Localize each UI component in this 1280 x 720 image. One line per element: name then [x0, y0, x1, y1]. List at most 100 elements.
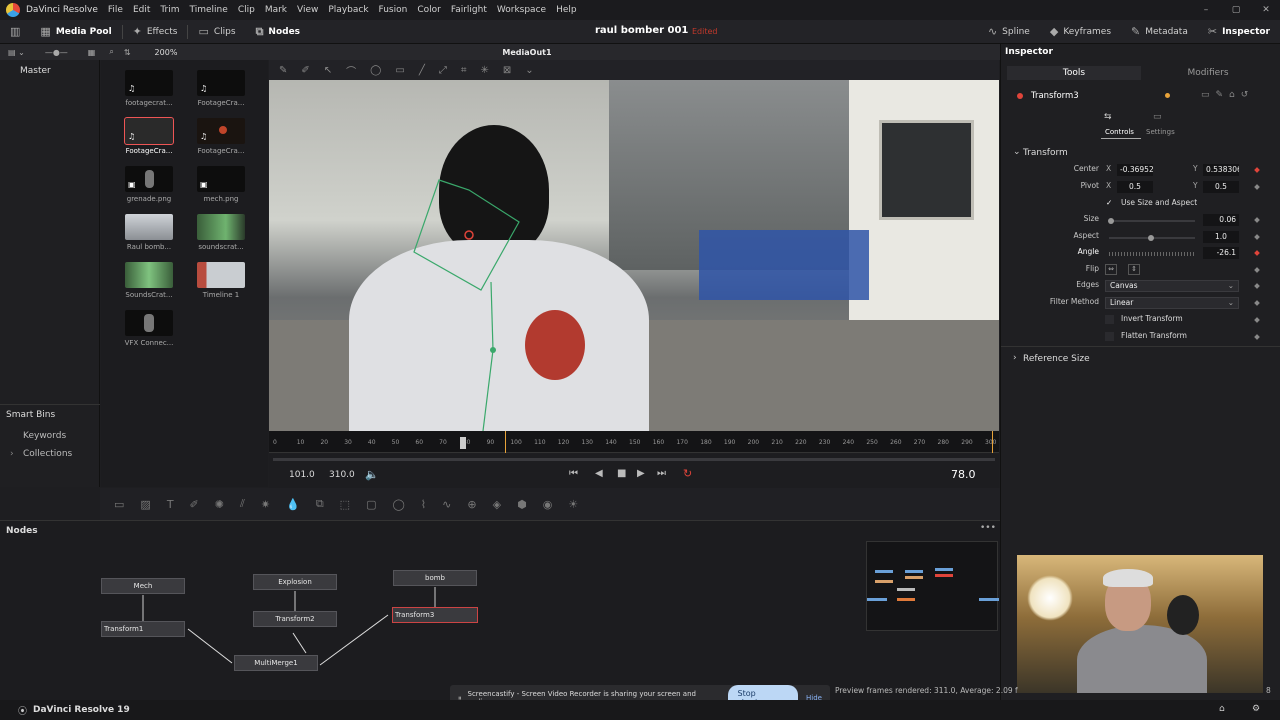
media-clip[interactable]: soundscrat... [191, 214, 251, 251]
spline-button[interactable]: ∿ Spline [978, 20, 1040, 44]
range-bar[interactable] [273, 458, 995, 461]
subtab-controls[interactable]: Controls [1105, 128, 1134, 136]
menu-view[interactable]: View [297, 5, 318, 15]
paint-tool-icon[interactable]: ✐ [301, 65, 309, 76]
viewer-canvas[interactable] [269, 80, 999, 431]
section-transform[interactable]: Transform [1023, 148, 1068, 158]
menu-help[interactable]: Help [556, 5, 577, 15]
loop-icon[interactable]: ↻ [683, 467, 692, 480]
close-icon[interactable]: ✕ [1258, 5, 1274, 15]
mask-ellipse-icon[interactable]: ◯ [392, 498, 404, 511]
node-bomb[interactable]: bomb [393, 570, 477, 586]
mask-polygon-icon[interactable]: ⌇ [421, 498, 426, 511]
size-knob[interactable] [1108, 218, 1114, 224]
more-tools-icon[interactable]: ⌄ [525, 65, 533, 76]
time-ruler[interactable]: 0 10 20 30 40 50 60 70 80 90 100 110 120 130 140 150 160… [269, 431, 999, 453]
ellipse-tool-icon[interactable]: ◯ [370, 65, 381, 76]
magic-wand-icon[interactable]: ✳ [481, 65, 489, 76]
use-size-checkbox[interactable]: ✓ [1106, 198, 1112, 207]
keyframe-icon[interactable] [1254, 234, 1260, 240]
section-reference-size[interactable]: Reference Size [1023, 354, 1090, 364]
edges-select[interactable]: Canvas ⌄ [1105, 280, 1239, 292]
media-clip[interactable]: VFX Connec... [119, 310, 179, 347]
home-icon[interactable]: ⌂ [1219, 704, 1225, 714]
section-toggle-icon[interactable]: ⌄ [1013, 147, 1021, 157]
keyframe-icon[interactable] [1254, 317, 1260, 323]
menu-mark[interactable]: Mark [265, 5, 287, 15]
playhead[interactable] [460, 437, 466, 449]
background-tool-icon[interactable]: ▭ [114, 498, 124, 511]
media-clip[interactable]: SoundsCrat... [119, 262, 179, 299]
node-transform3[interactable]: Transform3 [392, 607, 478, 623]
effects-button[interactable]: ✦ Effects [123, 20, 188, 44]
transform-overlay[interactable] [269, 80, 999, 431]
go-to-start-icon[interactable]: ⏮ [569, 468, 578, 479]
out-point[interactable]: 310.0 [329, 470, 355, 480]
bin-master[interactable]: Master [20, 66, 51, 76]
media-clip[interactable]: Raul bomb... [119, 214, 179, 251]
node-transform2[interactable]: Transform2 [253, 611, 337, 627]
tool-header-icons[interactable]: ▭✎⌂↺ [1201, 90, 1254, 100]
minimize-icon[interactable]: – [1198, 5, 1214, 15]
glow-tool-icon[interactable]: ✷ [261, 498, 270, 511]
menu-file[interactable]: File [108, 5, 123, 15]
keyframe-icon[interactable] [1254, 283, 1260, 289]
node-explosion[interactable]: Explosion [253, 574, 337, 590]
keyframe-icon[interactable] [1254, 217, 1260, 223]
clips-button[interactable]: ▭ Clips [188, 20, 245, 44]
rectangle-tool-icon[interactable]: ▭ [395, 65, 404, 76]
paint-tool-icon[interactable]: ▨ [140, 498, 150, 511]
audio-icon[interactable]: 🔈 [365, 468, 379, 481]
settings-icon[interactable]: ▭ [1153, 112, 1162, 122]
bspline-tool-icon[interactable]: ⌒ [346, 63, 356, 78]
transform-tool-icon[interactable]: ⤢ [439, 65, 447, 76]
3d-light-icon[interactable]: ☀ [568, 498, 578, 511]
media-clip-selected[interactable]: ♫ FootageCra... [119, 117, 179, 155]
tab-tools[interactable]: Tools [1007, 66, 1141, 80]
3d-camera-icon[interactable]: ◉ [543, 498, 553, 511]
flip-vertical-icon[interactable]: ⇕ [1128, 264, 1140, 275]
subtab-settings[interactable]: Settings [1146, 128, 1175, 136]
menu-edit[interactable]: Edit [133, 5, 150, 15]
flip-horizontal-icon[interactable]: ⇔ [1105, 264, 1117, 275]
select-tool-icon[interactable]: ↖ [324, 65, 332, 76]
media-clip[interactable]: ▣ mech.png [191, 166, 251, 203]
play-reverse-icon[interactable]: ◀ [595, 468, 603, 479]
menu-clip[interactable]: Clip [238, 5, 255, 15]
tab-modifiers[interactable]: Modifiers [1141, 66, 1275, 80]
keyframe-icon[interactable] [1254, 250, 1260, 256]
search-icon[interactable]: ⌕ [109, 47, 113, 57]
brush-tool-icon[interactable]: ✐ [190, 498, 199, 511]
panel-toggle-icon[interactable]: ▥ [0, 20, 30, 44]
inspector-button[interactable]: ✂ Inspector [1198, 20, 1280, 44]
filter-method-select[interactable]: Linear ⌄ [1105, 297, 1239, 309]
sort-icon[interactable]: ⇅ [124, 48, 131, 57]
pivot-y-field[interactable]: 0.5 [1203, 181, 1239, 193]
center-x-field[interactable]: -0.36952 [1117, 164, 1153, 176]
node-navigator[interactable] [866, 541, 999, 631]
merge-tool-icon[interactable]: ⧉ [316, 497, 324, 511]
menu-fusion[interactable]: Fusion [379, 5, 408, 15]
keyframe-icon[interactable] [1254, 184, 1260, 190]
transform-tool-icon[interactable]: ⬚ [340, 498, 350, 511]
gear-icon[interactable]: ⚙ [1252, 704, 1260, 714]
flatten-checkbox[interactable] [1105, 332, 1114, 341]
crop-tool-icon[interactable]: ⌗ [461, 65, 467, 76]
play-icon[interactable]: ▶ [637, 468, 645, 479]
node-transform1[interactable]: Transform1 [101, 621, 185, 637]
tracker-icon[interactable]: ⊕ [467, 498, 476, 511]
node-multimerge1[interactable]: MultiMerge1 [234, 655, 318, 671]
media-clip[interactable]: ▣ grenade.png [119, 166, 179, 203]
thumbnail-slider[interactable]: —●— [45, 48, 68, 57]
metadata-button[interactable]: ✎ Metadata [1121, 20, 1198, 44]
media-clip[interactable]: Timeline 1 [191, 262, 251, 299]
stop-icon[interactable]: ■ [617, 468, 626, 479]
center-y-field[interactable]: 0.538306 [1203, 164, 1239, 176]
keyframes-button[interactable]: ◆ Keyframes [1040, 20, 1121, 44]
media-clip[interactable]: ♫ footagecrat... [119, 70, 179, 107]
controls-icon[interactable]: ⇆ [1104, 112, 1112, 122]
line-tool-icon[interactable]: ╱ [419, 65, 425, 76]
go-to-end-icon[interactable]: ⏭ [657, 468, 666, 479]
polygon-tool-icon[interactable]: ✎ [279, 65, 287, 76]
chevron-right-icon[interactable]: › [10, 449, 14, 459]
